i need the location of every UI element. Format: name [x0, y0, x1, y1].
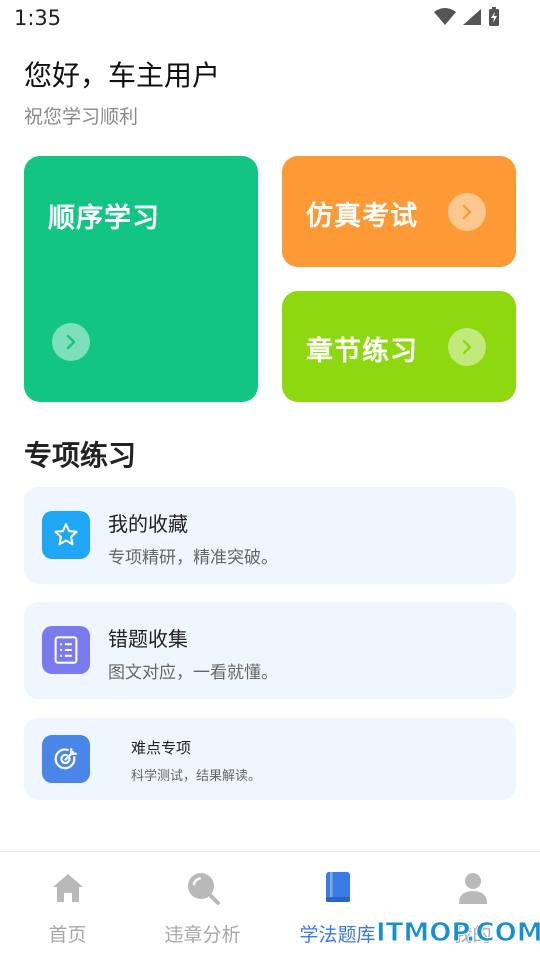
wrong-questions-desc: 图文对应，一看就懂。: [108, 663, 278, 683]
mock-exam-title: 仿真考试: [306, 201, 418, 232]
chevron-right-icon: [462, 339, 472, 355]
favorites-title: 我的收藏: [108, 512, 188, 536]
chapter-practice-title: 章节练习: [306, 336, 418, 367]
greeting-subtitle: 祝您学习顺利: [24, 106, 139, 128]
chevron-right-icon: [66, 334, 76, 350]
home-icon: [50, 870, 86, 906]
greeting-title: 您好，车主用户: [24, 59, 221, 92]
book-icon: [320, 870, 356, 906]
wrong-questions-icon-tile: [42, 626, 90, 674]
special-section-title: 专项练习: [24, 439, 137, 472]
target-icon: [54, 747, 78, 770]
status-time: 1:35: [14, 6, 62, 30]
wifi-icon: [434, 8, 456, 25]
list-item-wrong-questions[interactable]: 错题收集 图文对应，一看就懂。: [24, 602, 516, 699]
chevron-right-icon: [462, 204, 472, 220]
nav-item-violation-analysis[interactable]: 违章分析: [135, 852, 270, 960]
chapter-practice-arrow[interactable]: [448, 328, 486, 366]
status-icons: [434, 7, 500, 27]
status-bar: 1:35: [0, 0, 540, 36]
difficult-icon-tile: [42, 735, 90, 783]
order-study-arrow[interactable]: [52, 323, 90, 361]
difficult-title: 难点专项: [131, 739, 192, 757]
list-icon: [54, 636, 78, 664]
difficult-desc: 科学测试，结果解读。: [131, 769, 262, 784]
nav-item-home[interactable]: 首页: [0, 852, 135, 960]
battery-icon: [489, 7, 499, 26]
signal-icon: [463, 9, 481, 25]
favorites-icon-tile: [42, 511, 90, 559]
star-icon: [54, 523, 78, 546]
mock-exam-arrow[interactable]: [448, 193, 486, 231]
wrong-questions-title: 错题收集: [108, 627, 188, 651]
watermark-logo: ITMOP.COM: [376, 918, 540, 949]
nav-label-home: 首页: [48, 924, 87, 946]
order-study-card[interactable]: 顺序学习: [24, 156, 258, 402]
search-icon: [185, 870, 221, 906]
nav-label-violation-analysis: 违章分析: [164, 924, 241, 946]
mock-exam-card[interactable]: 仿真考试: [282, 156, 516, 267]
list-item-difficult[interactable]: 难点专项 科学测试，结果解读。: [24, 718, 516, 800]
chapter-practice-card[interactable]: 章节练习: [282, 291, 516, 402]
order-study-title: 顺序学习: [48, 203, 160, 234]
user-icon: [455, 870, 491, 906]
favorites-desc: 专项精研，精准突破。: [108, 548, 278, 568]
list-item-favorites[interactable]: 我的收藏 专项精研，精准突破。: [24, 487, 516, 584]
